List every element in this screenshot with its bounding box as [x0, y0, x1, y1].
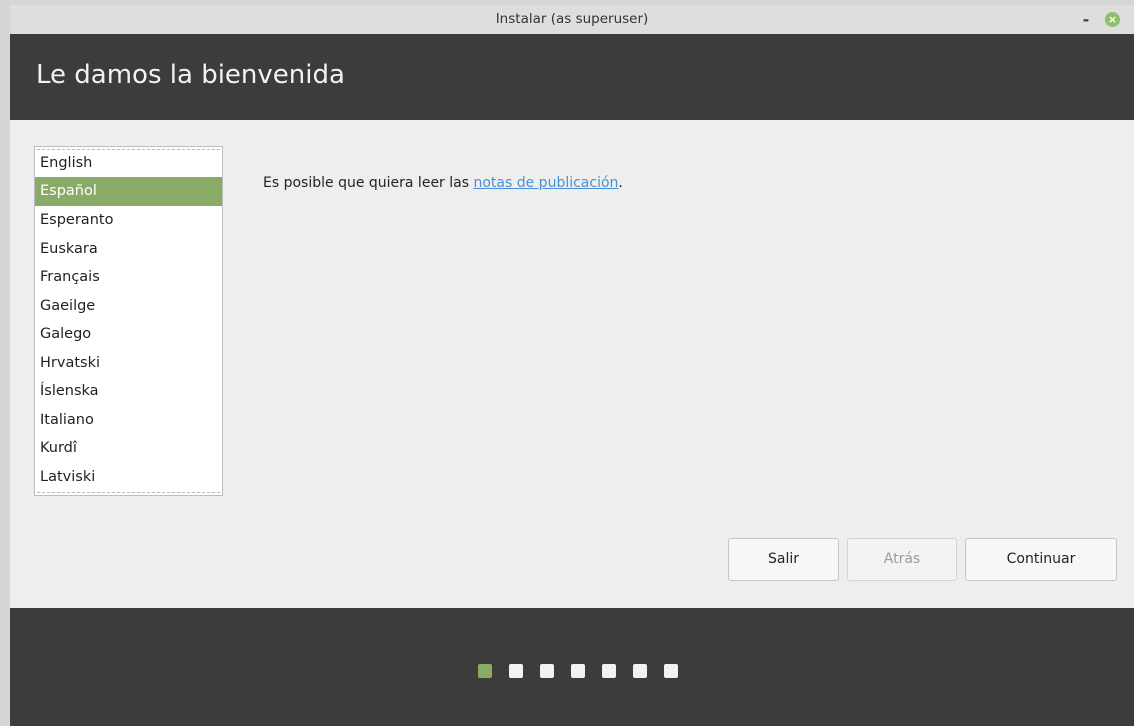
back-button[interactable]: Atrás	[847, 538, 957, 581]
footer-bar	[10, 608, 1134, 726]
language-item[interactable]: Kurdî	[35, 434, 222, 463]
close-icon[interactable]: ×	[1105, 12, 1120, 27]
progress-dot	[633, 664, 647, 678]
title-bar: Instalar (as superuser) - ×	[10, 5, 1134, 34]
continue-button[interactable]: Continuar	[965, 538, 1117, 581]
progress-dot	[571, 664, 585, 678]
installer-window: Instalar (as superuser) - × Le damos la …	[10, 5, 1134, 726]
language-list[interactable]: English Español Esperanto Euskara França…	[34, 146, 223, 496]
progress-dot	[664, 664, 678, 678]
language-item[interactable]: Italiano	[35, 406, 222, 435]
release-notes-notice: Es posible que quiera leer las notas de …	[263, 175, 623, 191]
progress-dot	[602, 664, 616, 678]
language-item[interactable]: Esperanto	[35, 206, 222, 235]
progress-dot	[540, 664, 554, 678]
language-item-selected[interactable]: Español	[35, 177, 222, 206]
quit-button[interactable]: Salir	[728, 538, 839, 581]
language-item[interactable]: English	[35, 149, 222, 178]
notice-text: Es posible que quiera leer las	[263, 175, 474, 191]
language-item[interactable]: Latviski	[35, 463, 222, 492]
page-header: Le damos la bienvenida	[10, 34, 1134, 120]
notice-suffix: .	[618, 175, 623, 191]
minimize-icon[interactable]: -	[1076, 5, 1096, 34]
language-item[interactable]: Hrvatski	[35, 349, 222, 378]
language-item[interactable]: Gaeilge	[35, 292, 222, 321]
window-title: Instalar (as superuser)	[495, 11, 649, 27]
language-item[interactable]: Français	[35, 263, 222, 292]
language-item[interactable]: Galego	[35, 320, 222, 349]
language-item[interactable]: Euskara	[35, 235, 222, 264]
progress-dot	[509, 664, 523, 678]
language-item[interactable]: Íslenska	[35, 377, 222, 406]
page-title: Le damos la bienvenida	[36, 60, 345, 90]
release-notes-link[interactable]: notas de publicación	[473, 175, 618, 191]
progress-dot-active	[478, 664, 492, 678]
